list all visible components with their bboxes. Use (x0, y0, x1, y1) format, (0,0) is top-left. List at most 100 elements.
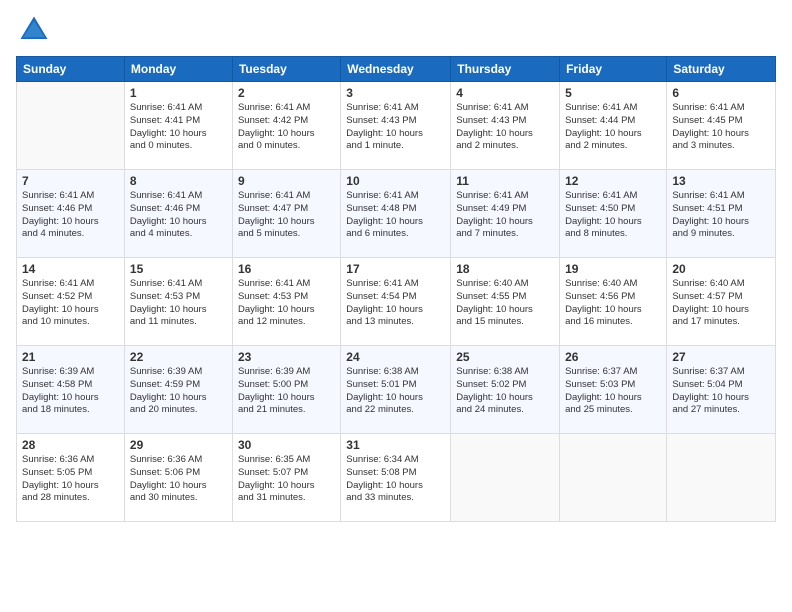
day-number: 5 (565, 86, 661, 100)
day-number: 20 (672, 262, 770, 276)
calendar-cell: 13 Sunrise: 6:41 AMSunset: 4:51 PMDayligh… (667, 170, 776, 258)
calendar-cell: 25 Sunrise: 6:38 AMSunset: 5:02 PMDayligh… (451, 346, 560, 434)
day-number: 3 (346, 86, 445, 100)
calendar-header-thursday: Thursday (451, 57, 560, 82)
calendar-cell: 3 Sunrise: 6:41 AMSunset: 4:43 PMDaylight… (341, 82, 451, 170)
day-number: 25 (456, 350, 554, 364)
calendar-cell: 28 Sunrise: 6:36 AMSunset: 5:05 PMDayligh… (17, 434, 125, 522)
day-info: Sunrise: 6:41 AMSunset: 4:41 PMDaylight:… (130, 102, 227, 153)
day-info: Sunrise: 6:41 AMSunset: 4:45 PMDaylight:… (672, 102, 770, 153)
calendar-cell: 8 Sunrise: 6:41 AMSunset: 4:46 PMDaylight… (124, 170, 232, 258)
day-info: Sunrise: 6:41 AMSunset: 4:43 PMDaylight:… (456, 102, 554, 153)
calendar-header-monday: Monday (124, 57, 232, 82)
calendar-cell (451, 434, 560, 522)
calendar-cell: 21 Sunrise: 6:39 AMSunset: 4:58 PMDayligh… (17, 346, 125, 434)
day-number: 23 (238, 350, 335, 364)
calendar-cell: 23 Sunrise: 6:39 AMSunset: 5:00 PMDayligh… (232, 346, 340, 434)
calendar-cell: 20 Sunrise: 6:40 AMSunset: 4:57 PMDayligh… (667, 258, 776, 346)
day-number: 28 (22, 438, 119, 452)
calendar-cell: 19 Sunrise: 6:40 AMSunset: 4:56 PMDayligh… (560, 258, 667, 346)
day-number: 21 (22, 350, 119, 364)
day-number: 18 (456, 262, 554, 276)
calendar-cell (560, 434, 667, 522)
day-number: 22 (130, 350, 227, 364)
day-number: 17 (346, 262, 445, 276)
day-number: 24 (346, 350, 445, 364)
calendar-cell: 15Sunrise: 6:41 AMSunset: 4:53 PMDayligh… (124, 258, 232, 346)
day-info: Sunrise: 6:37 AMSunset: 5:03 PMDaylight:… (565, 366, 661, 417)
calendar-cell: 29 Sunrise: 6:36 AMSunset: 5:06 PMDayligh… (124, 434, 232, 522)
logo (16, 12, 54, 48)
calendar-cell: 31 Sunrise: 6:34 AMSunset: 5:08 PMDayligh… (341, 434, 451, 522)
day-number: 11 (456, 174, 554, 188)
calendar-cell: 14 Sunrise: 6:41 AMSunset: 4:52 PMDayligh… (17, 258, 125, 346)
day-number: 4 (456, 86, 554, 100)
day-number: 29 (130, 438, 227, 452)
day-info: Sunrise: 6:34 AMSunset: 5:08 PMDaylight:… (346, 454, 445, 505)
calendar-cell: 24 Sunrise: 6:38 AMSunset: 5:01 PMDayligh… (341, 346, 451, 434)
day-number: 14 (22, 262, 119, 276)
calendar-header-saturday: Saturday (667, 57, 776, 82)
day-number: 12 (565, 174, 661, 188)
calendar-cell: 27 Sunrise: 6:37 AMSunset: 5:04 PMDayligh… (667, 346, 776, 434)
day-number: 1 (130, 86, 227, 100)
day-info: Sunrise: 6:36 AMSunset: 5:06 PMDaylight:… (130, 454, 227, 505)
day-number: 26 (565, 350, 661, 364)
calendar-week-row: 21 Sunrise: 6:39 AMSunset: 4:58 PMDayligh… (17, 346, 776, 434)
day-info: Sunrise: 6:38 AMSunset: 5:01 PMDaylight:… (346, 366, 445, 417)
calendar-week-row: 1 Sunrise: 6:41 AMSunset: 4:41 PMDaylight… (17, 82, 776, 170)
day-number: 8 (130, 174, 227, 188)
day-info: Sunrise: 6:40 AMSunset: 4:57 PMDaylight:… (672, 278, 770, 329)
calendar-cell (667, 434, 776, 522)
calendar-cell: 12Sunrise: 6:41 AMSunset: 4:50 PMDayligh… (560, 170, 667, 258)
day-number: 13 (672, 174, 770, 188)
day-info: Sunrise: 6:41 AMSunset: 4:44 PMDaylight:… (565, 102, 661, 153)
day-info: Sunrise: 6:37 AMSunset: 5:04 PMDaylight:… (672, 366, 770, 417)
calendar-week-row: 14 Sunrise: 6:41 AMSunset: 4:52 PMDayligh… (17, 258, 776, 346)
calendar-header-tuesday: Tuesday (232, 57, 340, 82)
day-info: Sunrise: 6:39 AMSunset: 4:59 PMDaylight:… (130, 366, 227, 417)
day-info: Sunrise: 6:41 AMSunset: 4:46 PMDaylight:… (130, 190, 227, 241)
calendar-cell: 1 Sunrise: 6:41 AMSunset: 4:41 PMDaylight… (124, 82, 232, 170)
calendar-cell: 10 Sunrise: 6:41 AMSunset: 4:48 PMDayligh… (341, 170, 451, 258)
calendar-cell: 18 Sunrise: 6:40 AMSunset: 4:55 PMDayligh… (451, 258, 560, 346)
day-number: 2 (238, 86, 335, 100)
day-info: Sunrise: 6:41 AMSunset: 4:52 PMDaylight:… (22, 278, 119, 329)
calendar-header-sunday: Sunday (17, 57, 125, 82)
calendar-cell: 4 Sunrise: 6:41 AMSunset: 4:43 PMDaylight… (451, 82, 560, 170)
logo-icon (16, 12, 52, 48)
day-info: Sunrise: 6:41 AMSunset: 4:42 PMDaylight:… (238, 102, 335, 153)
calendar-header-wednesday: Wednesday (341, 57, 451, 82)
day-info: Sunrise: 6:41 AMSunset: 4:48 PMDaylight:… (346, 190, 445, 241)
calendar-cell: 16Sunrise: 6:41 AMSunset: 4:53 PMDayligh… (232, 258, 340, 346)
day-info: Sunrise: 6:39 AMSunset: 5:00 PMDaylight:… (238, 366, 335, 417)
page: SundayMondayTuesdayWednesdayThursdayFrid… (0, 0, 792, 612)
calendar-header-row: SundayMondayTuesdayWednesdayThursdayFrid… (17, 57, 776, 82)
day-info: Sunrise: 6:38 AMSunset: 5:02 PMDaylight:… (456, 366, 554, 417)
day-number: 10 (346, 174, 445, 188)
day-info: Sunrise: 6:35 AMSunset: 5:07 PMDaylight:… (238, 454, 335, 505)
day-info: Sunrise: 6:40 AMSunset: 4:56 PMDaylight:… (565, 278, 661, 329)
day-info: Sunrise: 6:36 AMSunset: 5:05 PMDaylight:… (22, 454, 119, 505)
calendar-cell: 30Sunrise: 6:35 AMSunset: 5:07 PMDayligh… (232, 434, 340, 522)
day-number: 31 (346, 438, 445, 452)
day-number: 6 (672, 86, 770, 100)
day-info: Sunrise: 6:39 AMSunset: 4:58 PMDaylight:… (22, 366, 119, 417)
calendar-cell: 6 Sunrise: 6:41 AMSunset: 4:45 PMDaylight… (667, 82, 776, 170)
calendar-cell: 7Sunrise: 6:41 AMSunset: 4:46 PMDaylight… (17, 170, 125, 258)
day-info: Sunrise: 6:41 AMSunset: 4:51 PMDaylight:… (672, 190, 770, 241)
day-info: Sunrise: 6:41 AMSunset: 4:54 PMDaylight:… (346, 278, 445, 329)
calendar-cell: 22 Sunrise: 6:39 AMSunset: 4:59 PMDayligh… (124, 346, 232, 434)
calendar-cell: 11Sunrise: 6:41 AMSunset: 4:49 PMDayligh… (451, 170, 560, 258)
day-info: Sunrise: 6:41 AMSunset: 4:47 PMDaylight:… (238, 190, 335, 241)
day-number: 19 (565, 262, 661, 276)
calendar-cell: 2 Sunrise: 6:41 AMSunset: 4:42 PMDaylight… (232, 82, 340, 170)
calendar-cell (17, 82, 125, 170)
day-info: Sunrise: 6:40 AMSunset: 4:55 PMDaylight:… (456, 278, 554, 329)
calendar-header-friday: Friday (560, 57, 667, 82)
calendar-table: SundayMondayTuesdayWednesdayThursdayFrid… (16, 56, 776, 522)
calendar-week-row: 7Sunrise: 6:41 AMSunset: 4:46 PMDaylight… (17, 170, 776, 258)
day-number: 27 (672, 350, 770, 364)
day-info: Sunrise: 6:41 AMSunset: 4:43 PMDaylight:… (346, 102, 445, 153)
calendar-cell: 26 Sunrise: 6:37 AMSunset: 5:03 PMDayligh… (560, 346, 667, 434)
